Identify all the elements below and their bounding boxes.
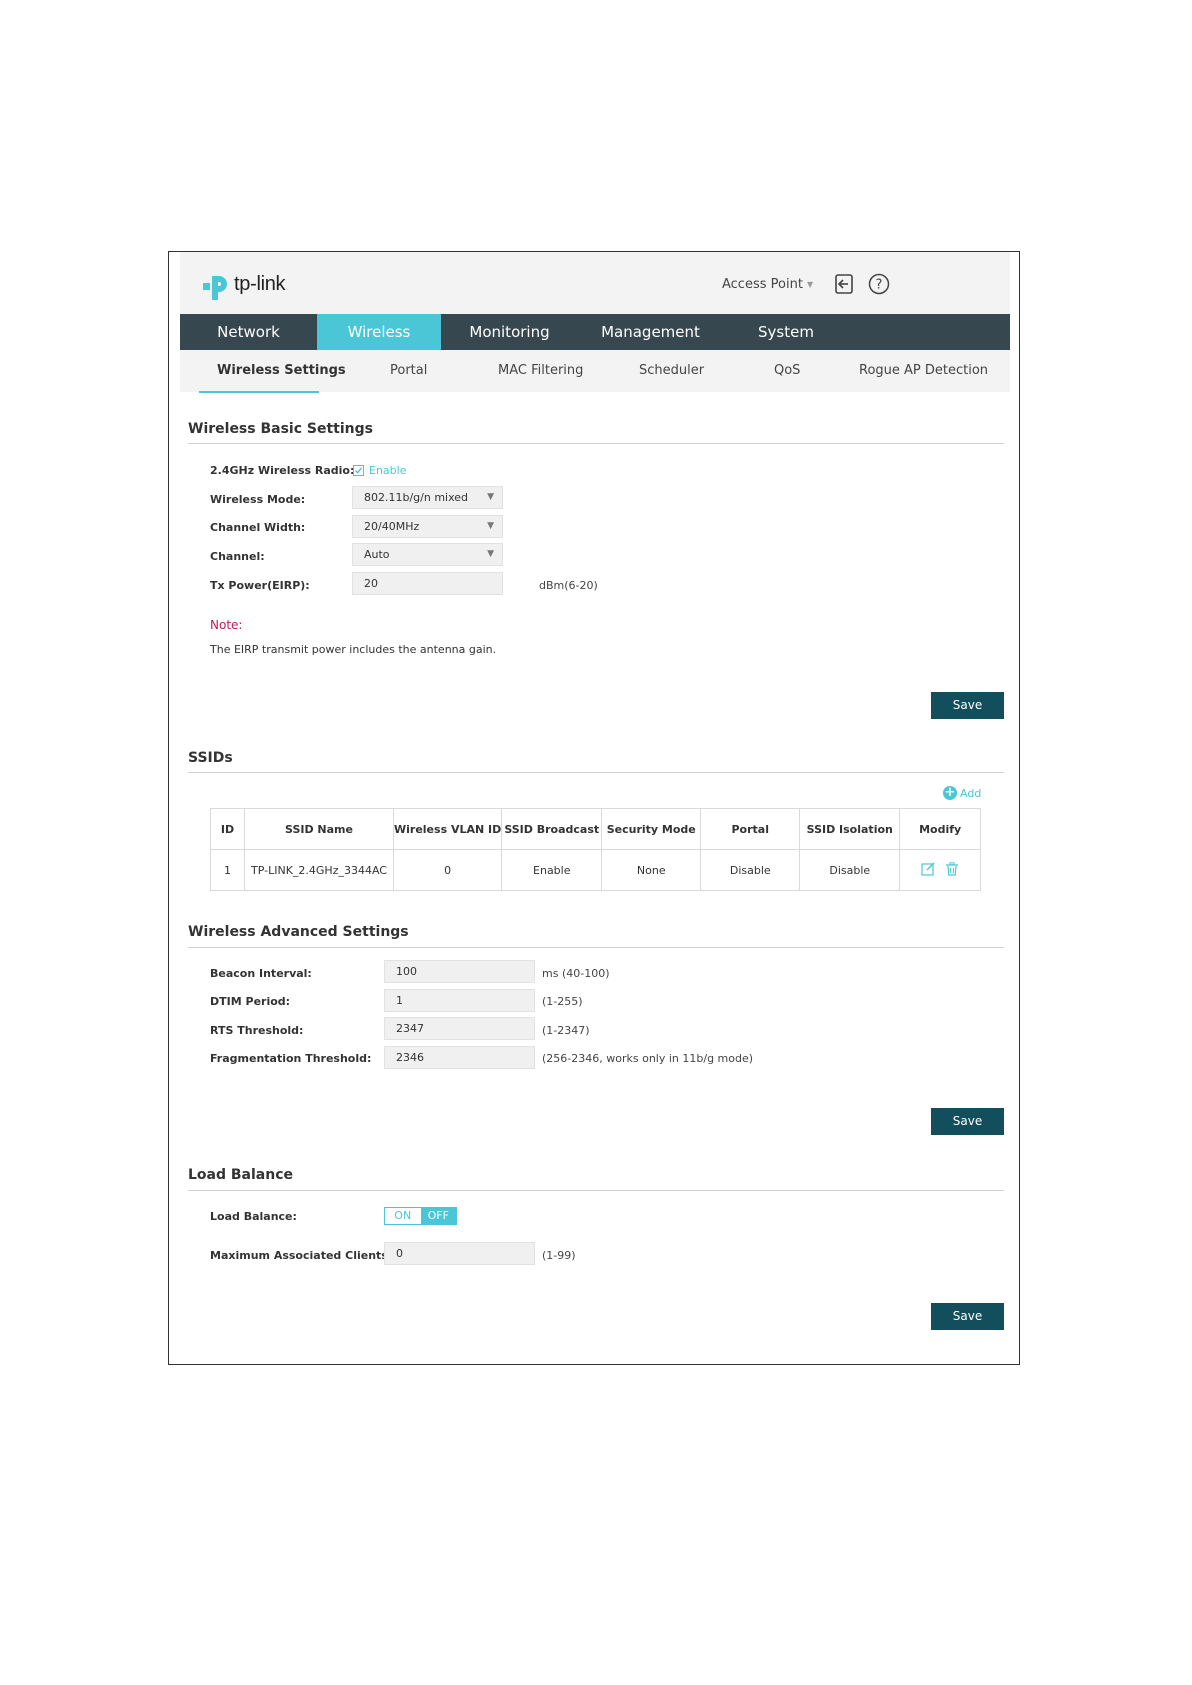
note-title: Note: — [210, 618, 243, 632]
tab-scheduler[interactable]: Scheduler — [639, 350, 704, 392]
cell-ssid-isolation: Disable — [799, 849, 901, 891]
tx-power-hint: dBm(6-20) — [539, 579, 598, 592]
add-ssid-button[interactable]: + Add — [943, 786, 981, 800]
rts-hint: (1-2347) — [542, 1024, 590, 1037]
toggle-on[interactable]: ON — [385, 1208, 421, 1224]
max-clients-input[interactable]: 0 — [384, 1242, 535, 1265]
nav-system[interactable]: System — [723, 314, 849, 350]
col-vlan-id: Wireless VLAN ID — [392, 808, 503, 850]
table-row: 1 TP-LINK_2.4GHz_3344AC 0 Enable None Di… — [210, 849, 981, 891]
load-balance-save-button[interactable]: Save — [931, 1303, 1004, 1330]
load-balance-title: Load Balance — [188, 1167, 294, 1183]
channel-select[interactable]: Auto ▼ — [352, 543, 503, 566]
frag-label: Fragmentation Threshold: — [210, 1052, 372, 1065]
dtim-label: DTIM Period: — [210, 995, 291, 1008]
help-icon[interactable]: ? — [868, 273, 890, 295]
col-portal: Portal — [700, 808, 801, 850]
add-ssid-label: Add — [960, 786, 982, 800]
col-modify: Modify — [899, 808, 981, 850]
col-ssid-broadcast: SSID Broadcast — [501, 808, 603, 850]
radio-enable-label[interactable]: Enable — [369, 464, 406, 477]
wireless-mode-select[interactable]: 802.11b/g/n mixed ▼ — [352, 486, 503, 509]
rts-threshold-input[interactable]: 2347 — [384, 1017, 535, 1040]
logout-icon[interactable] — [833, 273, 855, 295]
chevron-down-icon: ▼ — [487, 521, 494, 531]
mode-selector[interactable]: Access Point — [722, 277, 803, 292]
dtim-hint: (1-255) — [542, 995, 583, 1008]
channel-label: Channel: — [210, 550, 265, 563]
nav-monitoring[interactable]: Monitoring — [441, 314, 578, 350]
advanced-settings-title: Wireless Advanced Settings — [188, 924, 409, 940]
screenshot-frame: tp-link Access Point ▼ ? Network Wireles… — [168, 251, 1020, 1365]
chevron-down-icon[interactable]: ▼ — [807, 280, 813, 289]
wireless-mode-value: 802.11b/g/n mixed — [364, 491, 469, 504]
tab-wireless-settings[interactable]: Wireless Settings — [217, 350, 346, 392]
section-divider — [188, 772, 1004, 773]
col-ssid-name: SSID Name — [244, 808, 394, 850]
sub-nav: Wireless Settings Portal MAC Filtering S… — [180, 350, 1010, 392]
beacon-label: Beacon Interval: — [210, 967, 312, 980]
col-security-mode: Security Mode — [601, 808, 702, 850]
max-clients-label: Maximum Associated Clients: — [210, 1249, 393, 1262]
max-clients-hint: (1-99) — [542, 1249, 576, 1262]
basic-save-button[interactable]: Save — [931, 692, 1004, 719]
section-divider — [188, 443, 1004, 444]
channel-width-value: 20/40MHz — [364, 520, 420, 533]
cell-vlan-id: 0 — [392, 849, 503, 891]
chevron-down-icon: ▼ — [487, 549, 494, 559]
col-id: ID — [210, 808, 245, 850]
section-divider — [188, 947, 1004, 948]
load-balance-label: Load Balance: — [210, 1210, 297, 1223]
chevron-down-icon: ▼ — [487, 492, 494, 502]
plus-icon: + — [943, 785, 957, 800]
cell-ssid-broadcast: Enable — [501, 849, 603, 891]
ssid-table: ID SSID Name Wireless VLAN ID SSID Broad… — [210, 808, 981, 891]
tab-rogue-ap-detection[interactable]: Rogue AP Detection — [859, 350, 988, 392]
logo-text: tp-link — [234, 272, 286, 295]
cell-portal: Disable — [700, 849, 801, 891]
edit-icon[interactable] — [921, 862, 935, 876]
frag-threshold-input[interactable]: 2346 — [384, 1046, 535, 1069]
cell-ssid-name: TP-LINK_2.4GHz_3344AC — [244, 849, 394, 891]
note-text: The EIRP transmit power includes the ant… — [210, 643, 497, 656]
cell-id: 1 — [210, 849, 245, 891]
rts-label: RTS Threshold: — [210, 1024, 304, 1037]
nav-management[interactable]: Management — [578, 314, 723, 350]
channel-width-select[interactable]: 20/40MHz ▼ — [352, 515, 503, 538]
toggle-off[interactable]: OFF — [420, 1208, 456, 1224]
channel-value: Auto — [364, 548, 390, 561]
col-ssid-isolation: SSID Isolation — [799, 808, 901, 850]
wireless-mode-label: Wireless Mode: — [210, 493, 306, 506]
beacon-interval-input[interactable]: 100 — [384, 960, 535, 983]
delete-icon[interactable] — [945, 861, 959, 876]
top-header: tp-link Access Point ▼ ? — [180, 252, 1010, 314]
tp-link-logo-icon — [203, 276, 227, 300]
tx-power-input[interactable]: 20 — [352, 572, 503, 595]
svg-text:?: ? — [876, 278, 883, 293]
radio-enable-checkbox[interactable] — [353, 465, 364, 476]
radio-label: 2.4GHz Wireless Radio: — [210, 464, 355, 477]
nav-wireless[interactable]: Wireless — [317, 314, 441, 350]
advanced-save-button[interactable]: Save — [931, 1108, 1004, 1135]
active-tab-underline — [199, 391, 319, 393]
frag-hint: (256-2346, works only in 11b/g mode) — [542, 1052, 754, 1065]
beacon-hint: ms (40-100) — [542, 967, 610, 980]
ssids-title: SSIDs — [188, 750, 233, 766]
channel-width-label: Channel Width: — [210, 521, 306, 534]
table-header-row: ID SSID Name Wireless VLAN ID SSID Broad… — [210, 808, 981, 850]
tab-portal[interactable]: Portal — [390, 350, 427, 392]
main-nav: Network Wireless Monitoring Management S… — [180, 314, 1010, 350]
nav-network[interactable]: Network — [180, 314, 317, 350]
basic-settings-title: Wireless Basic Settings — [188, 421, 373, 437]
cell-security-mode: None — [601, 849, 702, 891]
load-balance-toggle[interactable]: ON OFF — [384, 1207, 457, 1225]
tab-qos[interactable]: QoS — [774, 350, 800, 392]
tx-power-label: Tx Power(EIRP): — [210, 579, 310, 592]
tab-mac-filtering[interactable]: MAC Filtering — [498, 350, 583, 392]
section-divider — [188, 1190, 1004, 1191]
dtim-period-input[interactable]: 1 — [384, 989, 535, 1012]
cell-modify — [899, 849, 981, 891]
tp-link-logo: tp-link — [202, 268, 286, 300]
